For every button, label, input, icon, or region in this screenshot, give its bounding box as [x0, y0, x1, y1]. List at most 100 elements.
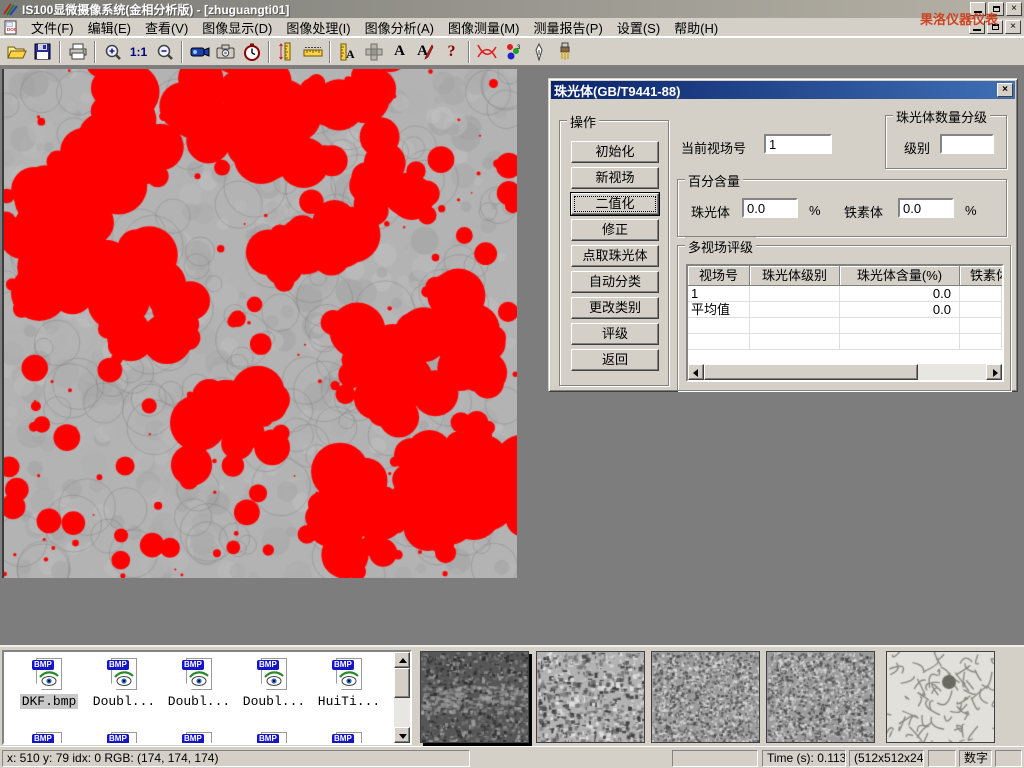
percent-group: 百分含量 珠光体 0.0 % 铁素体 0.0 % — [677, 179, 1007, 237]
pick-pearlite-button[interactable]: 点取珠光体 — [571, 245, 659, 267]
timer-icon[interactable] — [239, 40, 264, 64]
zoom-out-icon[interactable] — [152, 40, 177, 64]
change-class-button[interactable]: 更改类别 — [571, 297, 659, 319]
pearlite-percent-sign: % — [809, 203, 821, 218]
file-name[interactable]: HuiTi... — [316, 694, 382, 709]
rate-button[interactable]: 评级 — [571, 323, 659, 345]
file-item[interactable]: BMP Doubl... — [87, 658, 161, 709]
file-name[interactable]: DKF.bmp — [20, 694, 79, 709]
dialog-title: 珠光体(GB/T9441-88) — [554, 81, 680, 100]
ferrite-percent-sign: % — [965, 203, 977, 218]
file-item[interactable]: BMP Doubl... — [237, 658, 311, 709]
auto-classify-button[interactable]: 自动分类 — [571, 271, 659, 293]
scroll-left-icon[interactable] — [688, 364, 704, 380]
initialize-button[interactable]: 初始化 — [571, 141, 659, 163]
print-icon[interactable] — [65, 40, 90, 64]
actual-size-icon[interactable]: 1:1 — [126, 40, 151, 64]
horizontal-ruler-icon[interactable] — [300, 40, 325, 64]
menu-image-display[interactable]: 图像显示(D) — [195, 17, 279, 38]
scroll-right-icon[interactable] — [986, 364, 1002, 380]
snapshot-camera-icon[interactable] — [213, 40, 238, 64]
document-icon[interactable]: DOC — [3, 20, 18, 35]
grade-input[interactable] — [940, 134, 994, 154]
text-icon[interactable]: A — [387, 40, 412, 64]
menu-image-analysis[interactable]: 图像分析(A) — [358, 17, 441, 38]
open-icon[interactable] — [4, 40, 29, 64]
current-field-input[interactable]: 1 — [764, 134, 832, 154]
col-pearlite-content[interactable]: 珠光体含量(%) — [840, 266, 960, 286]
menu-measure-report[interactable]: 测量报告(P) — [526, 17, 609, 38]
file-item-partial[interactable]: BMP — [87, 732, 161, 745]
new-field-button[interactable]: 新视场 — [571, 167, 659, 189]
file-item-partial[interactable]: BMP — [12, 732, 86, 745]
menu-help[interactable]: 帮助(H) — [667, 17, 725, 38]
file-item-partial[interactable]: BMP — [237, 732, 311, 745]
hscroll-track[interactable] — [918, 364, 986, 380]
thumbnail-5[interactable] — [886, 651, 995, 743]
menu-view[interactable]: 查看(V) — [138, 17, 195, 38]
zoom-in-icon[interactable] — [100, 40, 125, 64]
correct-button[interactable]: 修正 — [571, 219, 659, 241]
curve-tool-icon[interactable] — [474, 40, 499, 64]
status-bar: x: 510 y: 79 idx: 0 RGB: (174, 174, 174)… — [0, 746, 1024, 768]
cursor-info: x: 510 y: 79 idx: 0 RGB: (174, 174, 174) — [2, 750, 470, 767]
table-row[interactable]: 1 0.0 — [688, 286, 1002, 302]
cell-field-no: 1 — [688, 286, 750, 301]
table-hscrollbar[interactable] — [688, 364, 1002, 380]
thumbnail-4[interactable] — [766, 651, 875, 743]
brush-icon[interactable] — [552, 40, 577, 64]
annotate-icon[interactable]: A — [413, 40, 438, 64]
video-camera-icon[interactable] — [187, 40, 212, 64]
bmp-file-icon: BMP — [332, 658, 366, 692]
col-field-no[interactable]: 视场号 — [688, 266, 750, 286]
hscroll-thumb[interactable] — [704, 364, 918, 380]
menu-file[interactable]: 文件(F) — [24, 17, 81, 38]
file-item[interactable]: BMP HuiTi... — [312, 658, 386, 709]
file-name[interactable]: Doubl... — [166, 694, 232, 709]
table-row[interactable]: 平均值 0.0 — [688, 302, 1002, 318]
grade-group-label: 珠光体数量分级 — [893, 107, 990, 126]
file-item[interactable]: BMP Doubl... — [162, 658, 236, 709]
ferrite-percent-input[interactable]: 0.0 — [898, 198, 954, 218]
dialog-close-icon[interactable]: × — [997, 83, 1013, 97]
bmp-file-icon: BMP — [257, 658, 291, 692]
status-time: Time (s): 0.113 — [762, 750, 846, 767]
file-list-vscrollbar[interactable] — [394, 652, 410, 743]
menu-image-measure[interactable]: 图像测量(M) — [441, 17, 527, 38]
scroll-up-icon[interactable] — [394, 652, 410, 668]
table-row-empty — [688, 334, 1002, 350]
menu-edit[interactable]: 编辑(E) — [81, 17, 138, 38]
pearlite-percent-input[interactable]: 0.0 — [742, 198, 798, 218]
thumbnail-3[interactable] — [651, 651, 760, 743]
menu-image-processing[interactable]: 图像处理(I) — [279, 17, 357, 38]
measure-text-icon[interactable]: A — [335, 40, 360, 64]
dialog-title-bar[interactable]: 珠光体(GB/T9441-88) × — [551, 81, 1015, 99]
scroll-down-icon[interactable] — [394, 727, 410, 743]
thumbnail-1[interactable] — [420, 651, 529, 743]
workspace: 珠光体(GB/T9441-88) × 操作 初始化 新视场 二值化 修正 点取珠… — [0, 66, 1024, 645]
file-item[interactable]: BMP DKF.bmp — [12, 658, 86, 709]
menu-settings[interactable]: 设置(S) — [610, 17, 667, 38]
file-item-partial[interactable]: BMP — [162, 732, 236, 745]
mdi-close-button[interactable]: × — [1005, 20, 1021, 34]
vertical-caliper-icon[interactable] — [274, 40, 299, 64]
metallographic-image[interactable] — [2, 69, 517, 578]
pointer-pen-icon[interactable] — [526, 40, 551, 64]
file-item-partial[interactable]: BMP — [312, 732, 386, 745]
vscroll-thumb[interactable] — [394, 668, 410, 698]
col-pearlite-grade[interactable]: 珠光体级别 — [750, 266, 840, 286]
status-dimensions: (512x512x24) — [849, 750, 924, 767]
col-ferrite[interactable]: 铁素体 — [960, 266, 1004, 286]
return-button[interactable]: 返回 — [571, 349, 659, 371]
close-button[interactable]: × — [1006, 2, 1022, 16]
help-icon[interactable]: ? — [439, 40, 464, 64]
file-name[interactable]: Doubl... — [91, 694, 157, 709]
thumbnail-2[interactable] — [536, 651, 645, 743]
file-name[interactable]: Doubl... — [241, 694, 307, 709]
merge-grid-icon[interactable] — [361, 40, 386, 64]
color-classify-icon[interactable]: 3 — [500, 40, 525, 64]
save-icon[interactable] — [30, 40, 55, 64]
app-window: IS100显微摄像系统(金相分析版) - [zhuguangti01] × 果洛… — [0, 0, 1024, 768]
binarize-button[interactable]: 二值化 — [571, 193, 659, 215]
file-list[interactable]: BMP DKF.bmp BMP Doubl... BMP Doubl... — [2, 650, 412, 745]
